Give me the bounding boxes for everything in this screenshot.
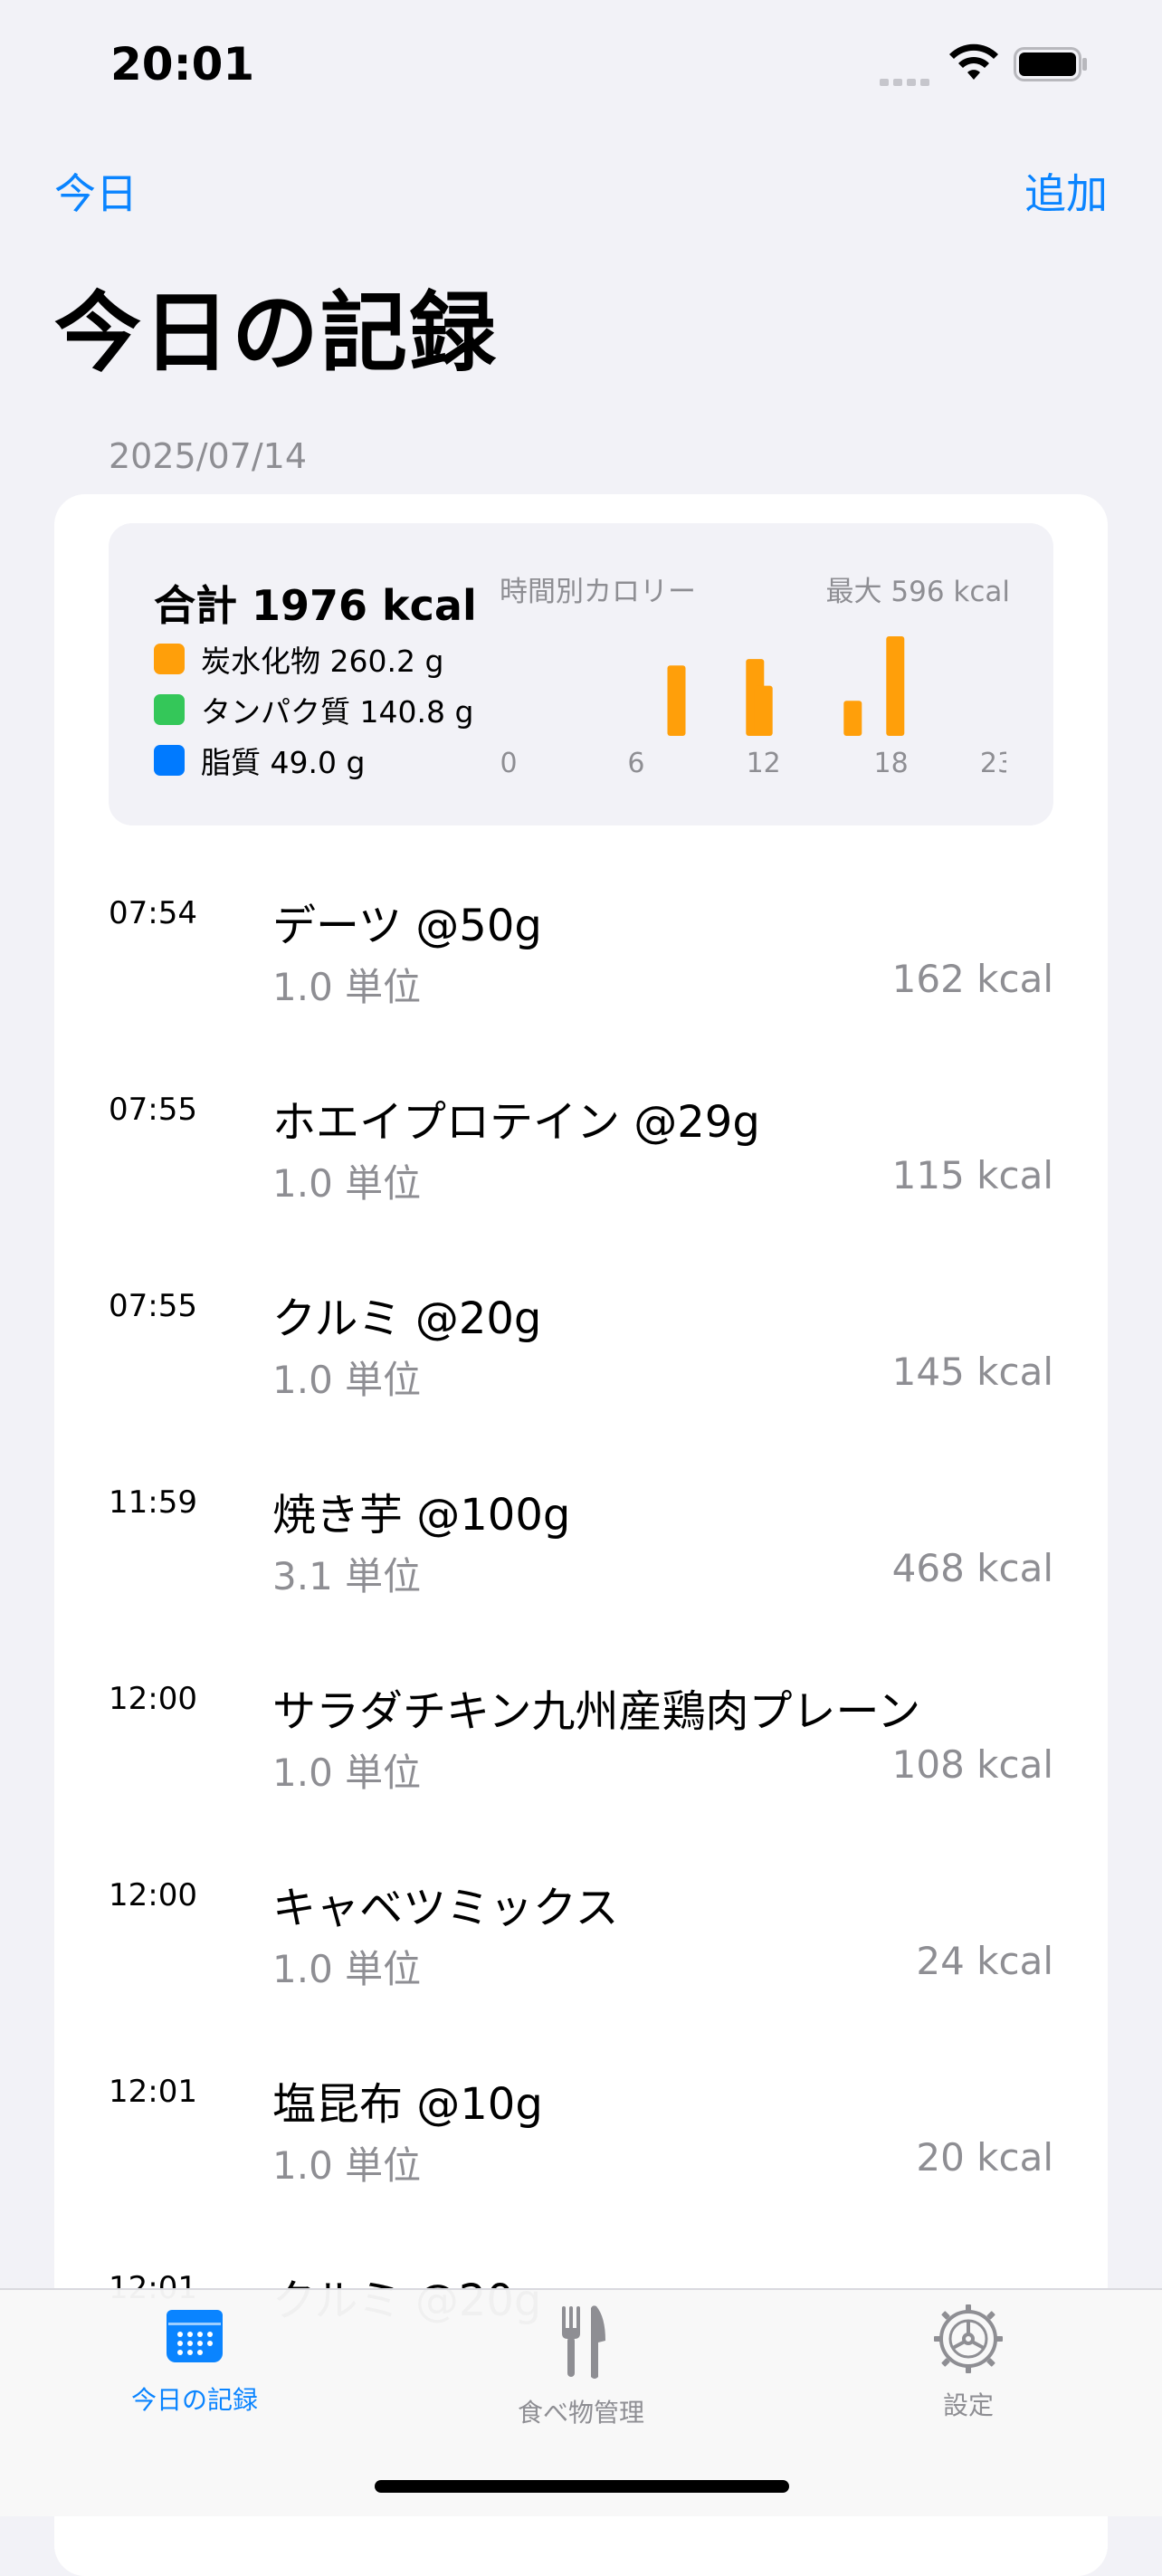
entry-unit: 1.0 単位 [272, 965, 422, 1009]
wifi-icon [949, 43, 998, 80]
add-button[interactable]: 追加 [1024, 161, 1108, 221]
entry-time: 12:00 [109, 1877, 197, 1913]
date-label: 2025/07/14 [109, 436, 308, 476]
entry-unit: 3.1 単位 [272, 1554, 422, 1598]
list-item[interactable]: 07:55 クルミ @20g 1.0 単位 145 kcal [54, 1283, 1108, 1480]
fat-swatch [154, 745, 185, 776]
entry-name: サラダチキン九州産鶏肉プレーン [272, 1686, 921, 1737]
x-tick-label: 0 [500, 748, 517, 779]
entry-unit: 1.0 単位 [272, 1358, 422, 1402]
entry-kcal: 115 kcal [891, 1153, 1053, 1197]
macro-label: 脂質 49.0 g [201, 745, 366, 780]
battery-icon [1014, 47, 1087, 81]
entry-unit: 1.0 単位 [272, 1751, 422, 1795]
list-item[interactable]: 11:59 焼き芋 @100g 3.1 単位 468 kcal [54, 1479, 1108, 1676]
x-tick-label: 18 [874, 748, 909, 779]
entry-name: クルミ @20g [272, 1293, 542, 1344]
tab-label: 今日の記録 [130, 2385, 258, 2415]
list-item[interactable]: 12:00 サラダチキン九州産鶏肉プレーン 1.0 単位 108 kcal [54, 1675, 1108, 1873]
entry-name: ホエイプロテイン @29g [272, 1097, 760, 1148]
entry-unit: 1.0 単位 [272, 2143, 422, 2188]
tab-today-records[interactable]: 今日の記録 [86, 2304, 303, 2417]
fork-knife-icon [562, 2305, 605, 2379]
carbs-swatch [154, 644, 185, 674]
total-calories: 合計 1976 kcal [154, 581, 477, 630]
entry-kcal: 24 kcal [916, 1939, 1053, 1983]
list-item[interactable]: 12:00 キャベツミックス 1.0 単位 24 kcal [54, 1872, 1108, 2069]
calendar-icon [167, 2310, 223, 2362]
x-tick-label: 23 [980, 748, 1006, 779]
gear-icon [934, 2304, 1003, 2373]
chart-bar [754, 685, 773, 736]
entry-time: 07:55 [109, 1288, 197, 1324]
entry-time: 07:55 [109, 1092, 197, 1128]
hourly-chart-max: 最大 596 kcal [825, 576, 1010, 608]
entry-name: デーツ @50g [272, 901, 542, 951]
hourly-calorie-chart: 0 6 12 18 23 [500, 636, 1006, 779]
entry-kcal: 162 kcal [891, 957, 1053, 1001]
today-button[interactable]: 今日 [54, 161, 138, 221]
home-indicator [375, 2480, 789, 2493]
chart-bar [667, 665, 686, 736]
entry-unit: 1.0 単位 [272, 1947, 422, 1991]
records-card: 合計 1976 kcal 炭水化物 260.2 g タンパク質 140.8 g … [54, 494, 1108, 2576]
entry-kcal: 145 kcal [891, 1350, 1053, 1394]
entry-time: 11:59 [109, 1484, 197, 1521]
entry-name: 焼き芋 @100g [272, 1490, 571, 1541]
macro-carbs: 炭水化物 260.2 g [154, 637, 443, 681]
entry-kcal: 108 kcal [891, 1742, 1053, 1787]
list-item[interactable]: 07:54 デーツ @50g 1.0 単位 162 kcal [54, 890, 1108, 1087]
chart-bar [886, 636, 905, 736]
protein-swatch [154, 694, 185, 725]
entry-time: 12:00 [109, 1681, 197, 1717]
entry-name: 塩昆布 @10g [272, 2079, 543, 2130]
macro-label: タンパク質 140.8 g [201, 694, 474, 730]
summary-panel: 合計 1976 kcal 炭水化物 260.2 g タンパク質 140.8 g … [109, 523, 1053, 825]
macro-protein: タンパク質 140.8 g [154, 688, 473, 731]
hourly-chart-title: 時間別カロリー [500, 576, 696, 608]
entry-time: 12:01 [109, 2074, 197, 2110]
status-time: 20:01 [110, 38, 255, 91]
tab-label: 食べ物管理 [517, 2398, 644, 2428]
entry-time: 07:54 [109, 895, 197, 931]
entry-kcal: 468 kcal [891, 1546, 1053, 1590]
x-tick-label: 6 [627, 748, 644, 779]
page-title: 今日の記録 [54, 282, 498, 384]
tab-label: 設定 [942, 2390, 994, 2420]
macro-fat: 脂質 49.0 g [154, 739, 365, 782]
entry-kcal: 20 kcal [916, 2135, 1053, 2180]
chart-bar [843, 701, 862, 736]
tab-settings[interactable]: 設定 [860, 2304, 1077, 2422]
list-item[interactable]: 07:55 ホエイプロテイン @29g 1.0 単位 115 kcal [54, 1086, 1108, 1283]
entry-name: キャベツミックス [272, 1883, 619, 1933]
list-item[interactable]: 12:01 塩昆布 @10g 1.0 単位 20 kcal [54, 2068, 1108, 2266]
tab-food-management[interactable]: 食べ物管理 [472, 2304, 690, 2429]
macro-label: 炭水化物 260.2 g [201, 644, 444, 679]
cellular-signal-icon [880, 72, 934, 90]
entry-unit: 1.0 単位 [272, 1161, 422, 1206]
x-tick-label: 12 [747, 748, 781, 779]
